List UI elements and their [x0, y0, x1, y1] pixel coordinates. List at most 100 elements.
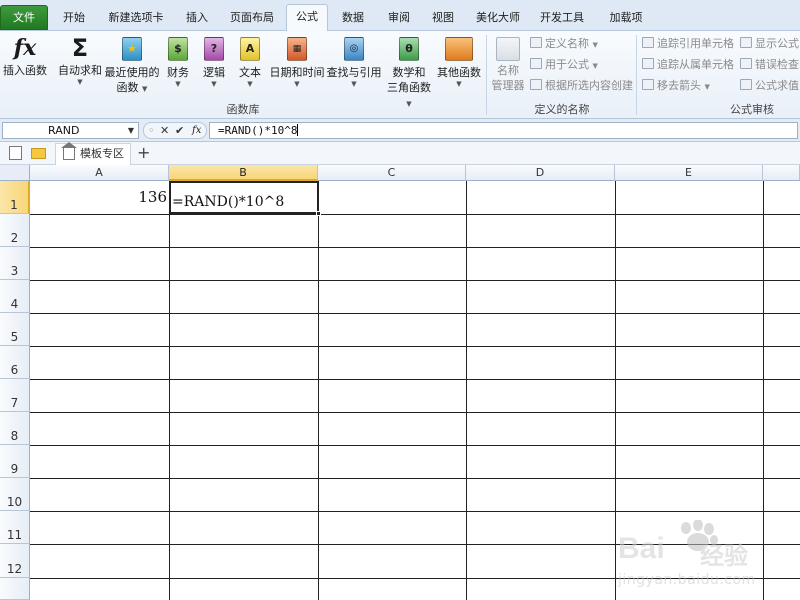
select-all-corner[interactable] — [0, 165, 30, 181]
grid-line — [30, 478, 800, 479]
row-header-5[interactable]: 5 — [0, 313, 30, 346]
column-header-c[interactable]: C — [318, 165, 466, 181]
grid-line — [30, 313, 800, 314]
document-tab-strip: 模板专区 + — [0, 142, 800, 165]
recent-functions-button[interactable]: ★ 最近使用的 函数 ▼ — [104, 35, 160, 97]
remove-arrows-button[interactable]: 移去箭头 ▼ — [642, 78, 710, 95]
baidu-watermark: Bai 经验 jingyan.baidu.com — [616, 519, 798, 598]
datetime-button[interactable]: ▦ 日期和时间 ▼ — [268, 35, 326, 88]
watermark-brand-cn: 经验 — [700, 542, 748, 570]
column-header-a[interactable]: A — [30, 165, 169, 181]
formula-input[interactable]: =RAND()*10^8 — [209, 122, 798, 139]
text-button[interactable]: A 文本 ▼ — [236, 35, 264, 88]
new-document-icon[interactable] — [9, 146, 22, 160]
create-from-selection-button[interactable]: 根据所选内容创建 — [530, 78, 633, 94]
tab-new[interactable]: 新建选项卡 — [100, 6, 172, 31]
tab-review[interactable]: 审阅 — [378, 6, 420, 31]
tab-file[interactable]: 文件 — [0, 5, 48, 30]
use-in-formula-button[interactable]: 用于公式 ▼ — [530, 57, 598, 74]
name-manager-button[interactable]: 名称 管理器 — [490, 35, 526, 93]
folder-icon[interactable] — [31, 148, 46, 159]
magnifier-book-icon: ◎ — [344, 37, 364, 61]
error-checking-button[interactable]: 错误检查 — [740, 57, 799, 73]
recent-functions-label-2: 函数 — [116, 81, 139, 94]
cancel-icon[interactable]: ✕ — [160, 123, 169, 138]
lookup-button[interactable]: ◎ 查找与引用 ▼ — [326, 35, 382, 88]
text-caret — [297, 124, 299, 136]
grid-line — [30, 511, 800, 512]
tab-developer[interactable]: 开发工具 — [532, 6, 592, 31]
define-name-button[interactable]: 定义名称 ▼ — [530, 36, 598, 53]
trace-precedents-icon — [642, 37, 654, 48]
column-header-b[interactable]: B — [169, 165, 318, 181]
name-manager-label-2: 管理器 — [491, 79, 525, 92]
remove-arrows-icon — [642, 79, 654, 90]
chevron-down-icon: ▼ — [77, 78, 83, 86]
chevron-down-icon: ▼ — [247, 80, 253, 88]
tab-formulas[interactable]: 公式 — [286, 4, 328, 32]
math-trig-button[interactable]: θ 数学和 三角函数 ▼ — [384, 35, 434, 112]
more-functions-label: 其他函数 — [437, 66, 481, 79]
show-formulas-button[interactable]: 显示公式 — [740, 36, 799, 52]
row-header-7[interactable]: 7 — [0, 379, 30, 412]
row-header-11[interactable]: 11 — [0, 511, 30, 544]
formula-auditing-group-label: 公式审核 — [730, 103, 774, 116]
row-header-3[interactable]: 3 — [0, 247, 30, 280]
tab-insert[interactable]: 插入 — [176, 6, 218, 31]
autosum-button[interactable]: Σ 自动求和 ▼ — [56, 35, 104, 86]
show-formulas-icon — [740, 37, 752, 48]
row-header-9[interactable]: 9 — [0, 445, 30, 478]
cell-a1[interactable]: 136 — [30, 188, 167, 206]
theta-book-icon: θ — [399, 37, 419, 61]
fill-handle[interactable] — [316, 211, 321, 216]
cell-b1-editing[interactable]: =RAND()*10^8 — [169, 181, 321, 216]
books-stack-icon — [445, 37, 473, 61]
grid-line — [30, 280, 800, 281]
tab-data[interactable]: 数据 — [332, 6, 374, 31]
grid-line — [30, 247, 800, 248]
trace-dependents-button[interactable]: 追踪从属单元格 — [642, 57, 734, 73]
tab-beautify[interactable]: 美化大师 — [468, 6, 528, 31]
row-header-10[interactable]: 10 — [0, 478, 30, 511]
grid-line — [30, 445, 800, 446]
trace-precedents-button[interactable]: 追踪引用单元格 — [642, 36, 734, 52]
tab-view[interactable]: 视图 — [422, 6, 464, 31]
chevron-down-icon: ▼ — [211, 80, 217, 88]
name-box[interactable]: RAND ▼ — [2, 122, 139, 139]
row-header-1[interactable]: 1 — [0, 181, 30, 214]
chevron-down-icon[interactable]: ▼ — [128, 123, 134, 138]
tab-template-zone[interactable]: 模板专区 — [55, 142, 131, 165]
logical-button[interactable]: ? 逻辑 ▼ — [200, 35, 228, 88]
math-label-1: 数学和 — [392, 66, 426, 79]
insert-function-button[interactable]: fx 插入函数 — [2, 35, 48, 78]
column-header-e[interactable]: E — [615, 165, 763, 181]
trace-dependents-icon — [642, 58, 654, 69]
confirm-icon[interactable]: ✔ — [175, 123, 184, 138]
chevron-down-icon: ▼ — [294, 80, 300, 88]
fx-icon: fx — [13, 35, 37, 61]
fx-icon[interactable]: fx — [192, 123, 201, 138]
row-header-2[interactable]: 2 — [0, 214, 30, 247]
row-header-6[interactable]: 6 — [0, 346, 30, 379]
formula-buttons: ◦ ✕ ✔ fx — [143, 122, 207, 139]
row-header-12[interactable]: 12 — [0, 544, 30, 578]
row-header-13[interactable] — [0, 578, 30, 600]
more-functions-button[interactable]: 其他函数 ▼ — [436, 35, 482, 88]
column-header-f[interactable] — [763, 165, 800, 181]
grid-line — [30, 346, 800, 347]
tab-addins[interactable]: 加载项 — [596, 6, 656, 31]
column-header-d[interactable]: D — [466, 165, 615, 181]
watermark-brand: Bai — [618, 532, 665, 565]
tab-page-layout[interactable]: 页面布局 — [222, 6, 282, 31]
evaluate-formula-label: 公式求值 — [755, 79, 799, 92]
financial-button[interactable]: $ 财务 ▼ — [164, 35, 192, 88]
grid-line — [318, 181, 319, 600]
tab-home[interactable]: 开始 — [52, 6, 96, 31]
row-header-4[interactable]: 4 — [0, 280, 30, 313]
evaluate-formula-button[interactable]: 公式求值 — [740, 78, 799, 94]
name-manager-icon — [496, 37, 520, 61]
new-tab-button[interactable]: + — [137, 143, 150, 163]
row-header-8[interactable]: 8 — [0, 412, 30, 445]
trace-dependents-label: 追踪从属单元格 — [657, 58, 734, 71]
text-book-icon: A — [240, 37, 260, 61]
